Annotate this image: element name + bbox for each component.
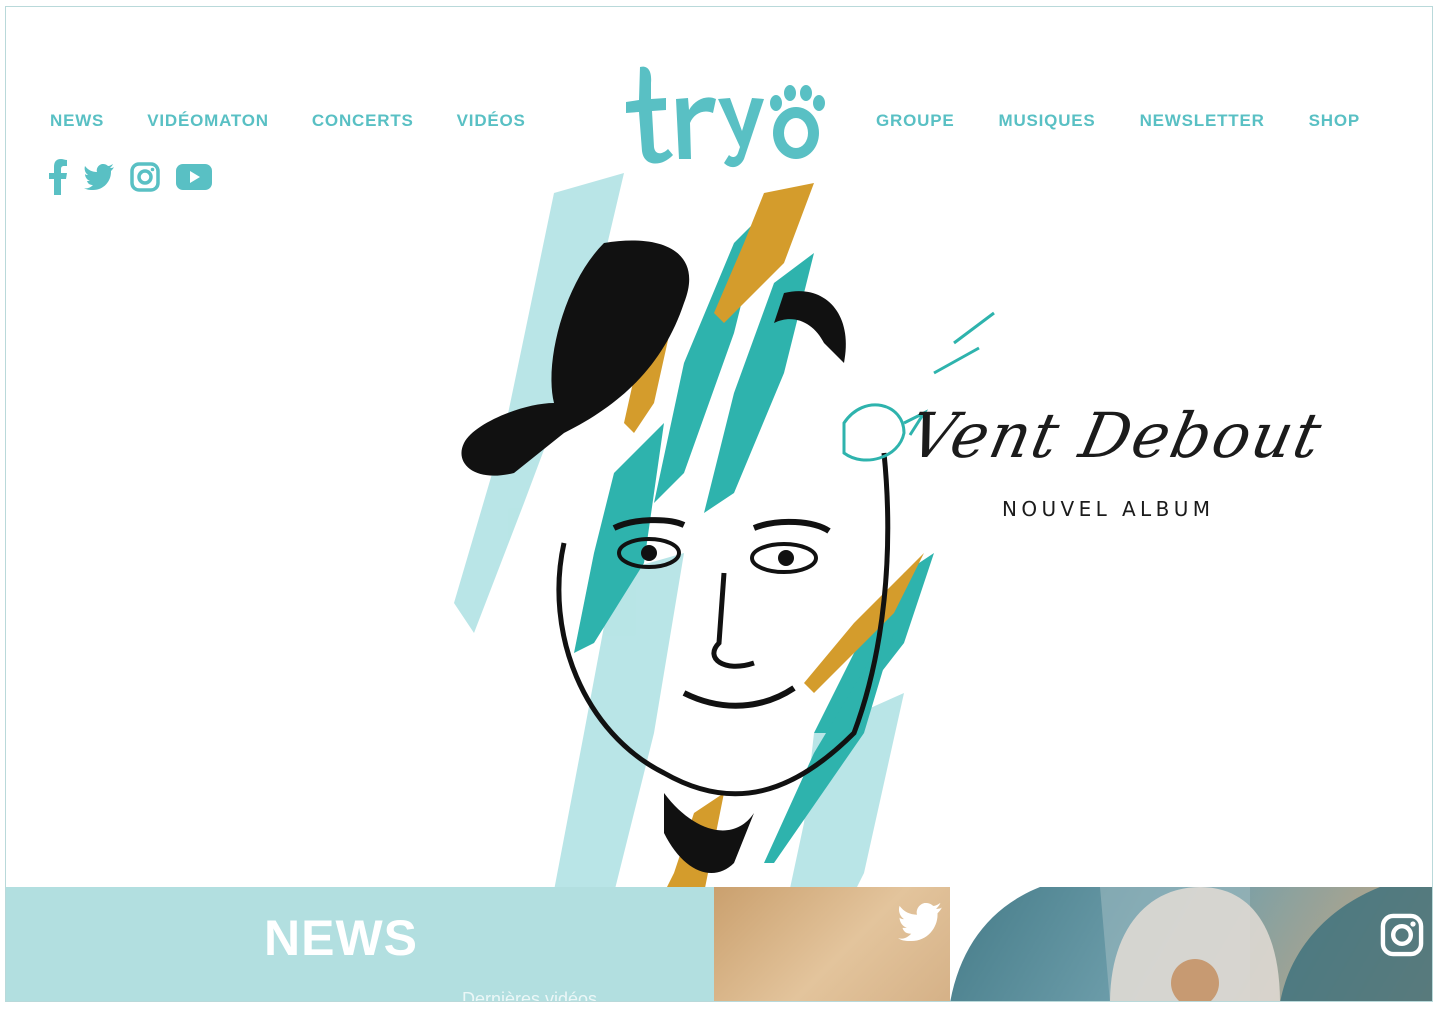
nav-newsletter[interactable]: NEWSLETTER (1140, 111, 1265, 131)
tryo-logo-icon (626, 66, 825, 168)
main-nav-right: GROUPE MUSIQUES NEWSLETTER SHOP (876, 111, 1404, 131)
twitter-panel[interactable] (714, 887, 950, 1001)
nav-videomaton[interactable]: VIDÉOMATON (147, 111, 269, 131)
instagram-panel-photos (950, 887, 1432, 1001)
tryo-logo[interactable] (618, 63, 838, 169)
instagram-panel[interactable] (950, 887, 1432, 1001)
youtube-icon[interactable] (176, 164, 212, 195)
album-subtitle: NOUVEL ALBUM (1002, 497, 1215, 521)
twitter-icon[interactable] (84, 164, 114, 195)
twitter-panel-icon (898, 903, 942, 941)
facebook-icon[interactable] (48, 159, 68, 200)
nav-shop[interactable]: SHOP (1309, 111, 1360, 131)
instagram-panel-icon (1380, 913, 1424, 957)
page-frame: NEWS VIDÉOMATON CONCERTS VIDÉOS GROUPE M… (5, 6, 1433, 1002)
news-panel-title: NEWS (264, 910, 418, 966)
news-panel-hint: Dernières vidéos (462, 989, 598, 1002)
main-nav-left: NEWS VIDÉOMATON CONCERTS VIDÉOS (50, 111, 569, 131)
nav-musiques[interactable]: MUSIQUES (998, 111, 1095, 131)
nav-news[interactable]: NEWS (50, 111, 104, 131)
nav-concerts[interactable]: CONCERTS (312, 111, 414, 131)
nav-groupe[interactable]: GROUPE (876, 111, 954, 131)
album-cover-illustration (434, 173, 1014, 973)
nav-videos[interactable]: VIDÉOS (457, 111, 526, 131)
news-panel[interactable]: NEWS Dernières vidéos (6, 887, 714, 1002)
album-title: Vent Debout (903, 399, 1330, 472)
social-links (48, 159, 212, 200)
instagram-icon[interactable] (130, 162, 160, 197)
